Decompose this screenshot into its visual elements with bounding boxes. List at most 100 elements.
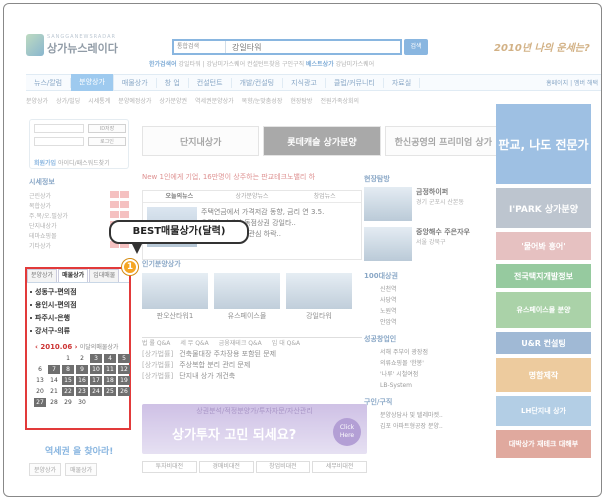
password-input[interactable] (34, 137, 84, 146)
site-logo[interactable]: SANGGANEWSRADAR 상가뉴스레이다 (26, 34, 118, 56)
market-row[interactable]: 주.복/오.필상가 (29, 211, 129, 221)
success-item[interactable]: '나루' 시철여점 (364, 369, 492, 380)
join-link[interactable]: 회원가입 (34, 160, 56, 167)
jobs-item[interactable]: 분양상담사 및 텔레마켓.. (364, 410, 492, 421)
calendar-day[interactable]: 28 (48, 398, 60, 407)
property-card[interactable]: 유스페이스몰 (214, 273, 280, 321)
subnav-item[interactable]: 목향/눈맞춤성장 (242, 96, 283, 105)
success-item[interactable]: LB-System (364, 380, 492, 391)
find-account-link[interactable]: 아이디/패스워드찾기 (58, 160, 110, 167)
calendar-day[interactable]: 13 (34, 376, 46, 385)
qa-row[interactable]: [상가법률] 단지내 상가 개건축 (142, 371, 362, 382)
tab-listing[interactable]: 매물상가 (58, 269, 89, 282)
nav-item[interactable]: 지식광고 (283, 77, 326, 88)
ad-banner[interactable]: 전국택지개발정보 (496, 264, 591, 288)
nav-item[interactable]: 컨설턴트 (189, 77, 232, 88)
search-category-select[interactable]: 통합검색 (174, 41, 226, 53)
calendar-day[interactable]: 26 (118, 387, 130, 396)
calendar-day[interactable]: 6 (34, 365, 46, 374)
subnav-item[interactable]: 분양예정상가 (118, 96, 151, 105)
subnav-item[interactable]: 상가분양권 (159, 96, 187, 105)
calendar-day[interactable]: 2 (76, 354, 88, 363)
ad-banner[interactable]: U&R 컨설팅 (496, 332, 591, 354)
qa-tab[interactable]: 세 무 Q&A (180, 338, 208, 349)
calendar-day[interactable]: 11 (104, 365, 116, 374)
best-listing-item[interactable]: 강서구-의류 (27, 325, 129, 338)
nav-item[interactable]: 매물상가 (114, 77, 157, 88)
nav-item[interactable]: 자료실 (384, 77, 421, 88)
qa-tab[interactable]: 법 률 Q&A (142, 338, 170, 349)
ad-banner[interactable]: 판교, 나도 전문가 (496, 104, 591, 184)
calendar-day[interactable]: 19 (118, 376, 130, 385)
calendar-day[interactable]: 16 (76, 376, 88, 385)
subnav-item[interactable]: 상가/빌딩 (56, 96, 80, 105)
banner-lotte-castle[interactable]: 롯데캐슬 상가분양 (263, 126, 381, 156)
best-listing-item[interactable]: 파주시-은행 (27, 312, 129, 325)
calendar-day[interactable]: 9 (76, 365, 88, 374)
market-row[interactable]: 복합상가 (29, 201, 129, 211)
banner-complex-store[interactable]: 단지내상가 (142, 126, 260, 156)
calendar-day[interactable]: 22 (62, 387, 74, 396)
tab-rental[interactable]: 임대매물 (89, 269, 120, 282)
search-button[interactable]: 검색 (404, 39, 428, 55)
station-presale-button[interactable]: 분양상가 (29, 463, 62, 476)
ad-banner[interactable]: I'PARK 상가분양 (496, 188, 591, 228)
subnav-item[interactable]: 현장탐방 (290, 96, 312, 105)
subnav-item[interactable]: 시세통계 (88, 96, 110, 105)
top100-item[interactable]: 안암역 (364, 317, 492, 328)
calendar-day[interactable]: 7 (48, 365, 60, 374)
ad-banner[interactable]: LH단지내 상가 (496, 396, 591, 426)
calendar-day[interactable]: 20 (34, 387, 46, 396)
calendar-day[interactable]: 30 (76, 398, 88, 407)
banner-hanshin[interactable]: 한신공영의 프리미엄 상가 (384, 126, 502, 156)
nav-right-links[interactable]: 홈페이지 | 멤버 해택 (546, 78, 601, 87)
success-item[interactable]: 의류쇼핑몰 '한봉' (364, 358, 492, 369)
calendar-day[interactable]: 1 (62, 354, 74, 363)
bottom-tab[interactable]: 창업비대전 (255, 461, 311, 473)
nav-item[interactable]: 클럽/커뮤니티 (326, 77, 384, 88)
subnav-item[interactable]: 역세권분양상가 (195, 96, 234, 105)
calendar-day[interactable]: 17 (90, 376, 102, 385)
best-item[interactable]: 강남미가스퀘어 (336, 61, 375, 68)
consult-banner[interactable]: 상권분석/적정분양가/투자자문/자산관리 상가투자 고민 되세요? Click … (142, 404, 367, 454)
qa-row[interactable]: [상가법률] 주상복합 분리 관리 문제 (142, 360, 362, 371)
ad-banner[interactable]: 유스페이스몰 분양 (496, 292, 591, 328)
bottom-tab[interactable]: 세무비대전 (312, 461, 367, 473)
calendar-day[interactable]: 12 (118, 365, 130, 374)
bottom-tab[interactable]: 투자비대전 (142, 461, 197, 473)
nav-item-active[interactable]: 분양상가 (71, 74, 114, 91)
nav-item[interactable]: 창 업 (157, 77, 189, 88)
top100-item[interactable]: 노원역 (364, 306, 492, 317)
calendar-day[interactable]: 5 (118, 354, 130, 363)
id-save-checkbox[interactable]: ID저장 (88, 124, 126, 133)
ad-banner[interactable]: 명함제작 (496, 358, 591, 392)
nav-item[interactable]: 뉴스/칼럼 (26, 77, 72, 88)
news-tab[interactable]: 오늘의뉴스 (143, 191, 216, 202)
calendar-day[interactable]: 15 (62, 376, 74, 385)
calendar-day[interactable]: 21 (48, 387, 60, 396)
qa-row[interactable]: [상가법률] 건축물대장 주차장용 포함된 문제 (142, 349, 362, 360)
site-visit-item[interactable]: 중앙해수 주은자우 서울 강북구 (364, 227, 492, 261)
calendar-day[interactable]: 25 (104, 387, 116, 396)
search-input[interactable]: 강일타워 (226, 42, 400, 53)
calendar-day[interactable]: 29 (62, 398, 74, 407)
nav-item[interactable]: 개발/컨설팅 (232, 77, 284, 88)
property-card[interactable]: 판오산타워1 (142, 273, 208, 321)
click-here-button[interactable]: Click Here (333, 418, 361, 446)
keyword-items[interactable]: 강일타워 | 강남미가스퀘어 컨설턴트찾음 구인구직 (179, 61, 305, 68)
top100-item[interactable]: 사당역 (364, 295, 492, 306)
calendar-day[interactable]: 24 (90, 387, 102, 396)
calendar-day[interactable]: 14 (48, 376, 60, 385)
jobs-item[interactable]: 김포 아파트형공장 분양.. (364, 421, 492, 432)
calendar-day[interactable]: 8 (62, 365, 74, 374)
calendar-month[interactable]: ‹ 2010.06 › (35, 343, 78, 351)
ad-banner[interactable]: 대박상가 재테크 대해부 (496, 430, 591, 458)
qa-tab[interactable]: 금융재테크 Q&A (219, 338, 262, 349)
id-input[interactable] (34, 124, 84, 133)
calendar-day[interactable]: 10 (90, 365, 102, 374)
success-item[interactable]: 서해 주부이 광장점 (364, 347, 492, 358)
bottom-tab[interactable]: 경매비대전 (198, 461, 254, 473)
best-listing-item[interactable]: 성동구-편의점 (27, 286, 129, 299)
fortune-promo[interactable]: 2010년 나의 운세는? (494, 39, 590, 54)
subnav-item[interactable]: 분양상가 (26, 96, 48, 105)
